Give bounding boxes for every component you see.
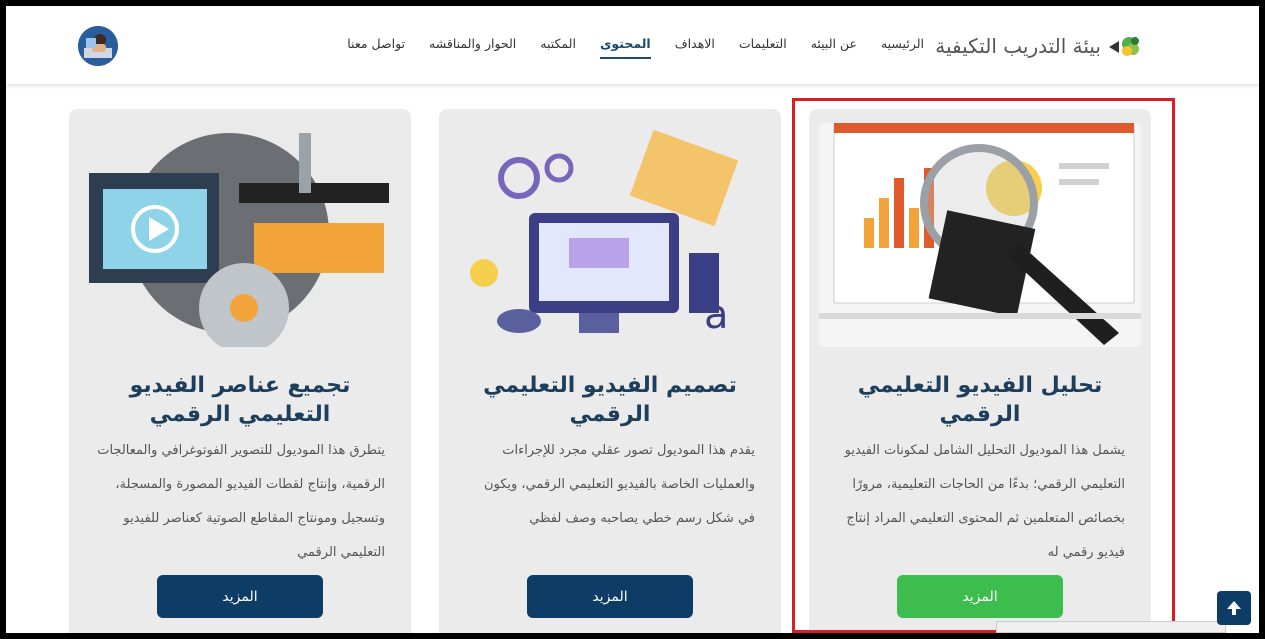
status-tooltip [996,621,1226,633]
module-card-analysis: تحليل الفيديو التعليمي الرقمي يشمل هذا ا… [809,109,1151,633]
brand-logo-icon [1109,37,1139,56]
card-image-analysis [819,123,1141,347]
card-description: يتطرق هذا الموديول للتصوير الفوتوغرافي و… [97,443,385,560]
more-button[interactable]: المزيد [897,575,1063,618]
nav-contact[interactable]: تواصل معنا [347,36,405,59]
top-navbar: بيئة التدريب التكيفية الرئيسيه عن البيئه… [6,6,1259,84]
nav-content[interactable]: المحتوى [599,36,651,59]
card-description: يشمل هذا الموديول التحليل الشامل لمكونات… [844,443,1125,560]
more-button[interactable]: المزيد [157,575,323,618]
nav-goals[interactable]: الاهداف [675,36,715,59]
avatar[interactable] [78,26,118,66]
video-elements-illustration [79,123,401,347]
svg-text:a: a [704,292,729,338]
more-button[interactable]: المزيد [527,575,693,618]
analysis-illustration [819,123,1141,347]
nav-discussion[interactable]: الحوار والمناقشه [429,36,516,59]
page-frame: بيئة التدريب التكيفية الرئيسيه عن البيئه… [0,0,1265,639]
scroll-top-button[interactable] [1217,591,1251,625]
module-card-design: a تصميم الفيديو التعليمي الرقمي يقدم هذا… [439,109,781,633]
card-image-design: a [449,123,771,347]
main-nav: الرئيسيه عن البيئه التعليمات الاهداف الم… [347,36,924,59]
card-image-assembly [79,123,401,347]
nav-instructions[interactable]: التعليمات [739,36,787,59]
nav-home[interactable]: الرئيسيه [881,36,924,59]
nav-about[interactable]: عن البيئه [811,36,857,59]
card-description: يقدم هذا الموديول تصور عقلي مجرد للإجراء… [483,443,755,526]
avatar-image [78,26,118,66]
design-illustration: a [449,123,771,347]
card-title: تحليل الفيديو التعليمي الرقمي [857,373,1103,427]
brand[interactable]: بيئة التدريب التكيفية [935,33,1141,59]
nav-library[interactable]: المكتبه [540,36,576,59]
card-title: تجميع عناصر الفيديو التعليمي الرقمي [129,373,351,427]
card-title: تصميم الفيديو التعليمي الرقمي [483,373,737,427]
brand-text: بيئة التدريب التكيفية [935,34,1101,58]
module-card-assembly: تجميع عناصر الفيديو التعليمي الرقمي يتطر… [69,109,411,633]
arrow-up-icon [1227,601,1241,615]
